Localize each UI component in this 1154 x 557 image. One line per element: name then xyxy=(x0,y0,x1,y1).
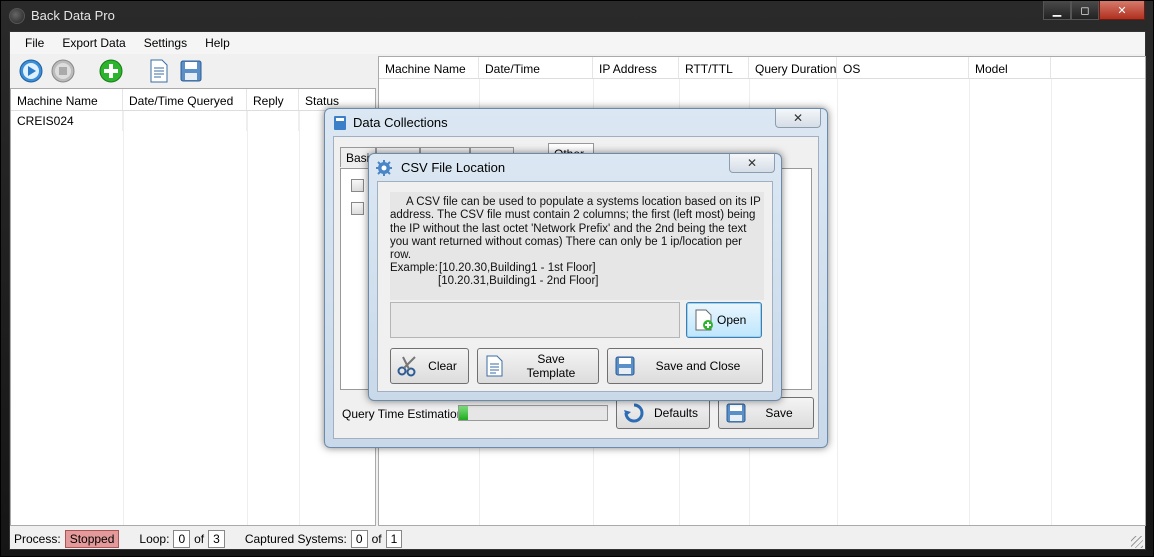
title-bar: Back Data Pro ▁ ◻ ✕ xyxy=(1,1,1153,31)
example-label: Example: xyxy=(390,262,438,274)
csv-file-location-dialog: CSV File Location ✕ A CSV file can be us… xyxy=(368,153,782,401)
cell-date-time xyxy=(123,111,247,131)
results-grid-header: Machine Name Date/Time IP Address RTT/TT… xyxy=(379,57,1145,79)
add-icon xyxy=(99,59,123,83)
query-time-label: Query Time Estimation: xyxy=(342,407,467,421)
csv-dialog-body: A CSV file can be used to populate a sys… xyxy=(377,181,773,392)
menu-export-data[interactable]: Export Data xyxy=(53,32,134,54)
add-button[interactable] xyxy=(98,58,124,84)
save-toolbar-button[interactable] xyxy=(178,58,204,84)
captured-total: 1 xyxy=(385,530,403,548)
example-line-2: [10.20.31,Building1 - 2nd Floor] xyxy=(438,275,599,287)
save-icon xyxy=(180,60,202,82)
column-header-ip-address[interactable]: IP Address xyxy=(593,57,679,78)
description-text: A CSV file can be used to populate a sys… xyxy=(390,196,761,262)
document-icon xyxy=(150,59,168,83)
stop-icon xyxy=(51,59,75,83)
query-time-progress-fill xyxy=(459,406,468,420)
query-time-progress xyxy=(458,405,608,421)
csv-path-field[interactable] xyxy=(390,302,680,338)
column-header-rtt-ttl[interactable]: RTT/TTL xyxy=(679,57,749,78)
window-title: Back Data Pro xyxy=(31,8,115,23)
dialog-close-button[interactable]: ✕ xyxy=(729,154,775,173)
option-checkbox[interactable] xyxy=(351,179,364,192)
save-template-label: Save Template xyxy=(526,352,576,380)
open-button[interactable]: Open xyxy=(686,302,762,338)
process-label: Process: xyxy=(14,532,61,546)
play-button[interactable] xyxy=(18,58,44,84)
save-icon xyxy=(725,402,747,424)
defaults-button[interactable]: Defaults xyxy=(616,397,710,429)
save-label: Save xyxy=(765,406,793,420)
dialog-title: CSV File Location xyxy=(401,160,506,175)
window-controls: ▁ ◻ ✕ xyxy=(1043,1,1145,20)
captured-value: 0 xyxy=(350,530,368,548)
column-header-date-time[interactable]: Date/Time xyxy=(479,57,593,78)
scissors-icon xyxy=(397,355,419,377)
loop-value: 0 xyxy=(173,530,191,548)
minimize-button[interactable]: ▁ xyxy=(1043,1,1071,20)
option-checkbox[interactable] xyxy=(351,202,364,215)
maximize-button[interactable]: ◻ xyxy=(1071,1,1099,20)
example-line-1: [10.20.30,Building1 - 1st Floor] xyxy=(439,262,596,274)
menu-file[interactable]: File xyxy=(16,32,53,54)
loop-of: of xyxy=(194,532,205,546)
column-header-machine-name[interactable]: Machine Name xyxy=(379,57,479,78)
status-bar: Process: Stopped Loop: 0 of 3 Captured S… xyxy=(10,528,1145,550)
menu-settings[interactable]: Settings xyxy=(135,32,196,54)
save-button[interactable]: Save xyxy=(718,397,814,429)
open-file-icon xyxy=(693,309,715,331)
column-header-status[interactable]: Status xyxy=(299,89,375,110)
dialog-close-button[interactable]: ✕ xyxy=(775,109,821,128)
clear-label: Clear xyxy=(428,359,457,373)
dialog-title: Data Collections xyxy=(353,115,448,130)
menu-bar: File Export Data Settings Help xyxy=(10,32,1145,54)
close-button[interactable]: ✕ xyxy=(1099,1,1145,20)
column-header-machine-name[interactable]: Machine Name xyxy=(11,89,123,110)
save-template-button[interactable]: Save Template xyxy=(477,348,599,384)
stop-button[interactable] xyxy=(50,58,76,84)
gear-icon xyxy=(376,160,392,176)
clear-button[interactable]: Clear xyxy=(390,348,469,384)
document-button[interactable] xyxy=(146,58,172,84)
description-panel: A CSV file can be used to populate a sys… xyxy=(390,192,764,300)
defaults-label: Defaults xyxy=(653,406,699,420)
machine-list[interactable]: Machine Name Date/Time Queryed Reply Sta… xyxy=(10,88,376,526)
column-header-query-duration[interactable]: Query Duration xyxy=(749,57,837,78)
open-label: Open xyxy=(717,313,747,327)
document-icon xyxy=(484,355,506,377)
column-header-date-time-queryed[interactable]: Date/Time Queryed xyxy=(123,89,247,110)
captured-of: of xyxy=(371,532,382,546)
machine-list-header: Machine Name Date/Time Queryed Reply Sta… xyxy=(11,89,375,111)
loop-total: 3 xyxy=(208,530,225,548)
column-header-model[interactable]: Model xyxy=(969,57,1051,78)
table-row[interactable]: CREIS024 xyxy=(11,111,375,131)
data-collections-icon xyxy=(334,116,346,130)
captured-label: Captured Systems: xyxy=(244,532,347,546)
process-status-badge: Stopped xyxy=(64,530,120,548)
app-icon xyxy=(9,8,25,24)
loop-label: Loop: xyxy=(139,532,170,546)
save-and-close-label: Save and Close xyxy=(655,359,741,373)
cell-reply xyxy=(247,111,299,131)
column-header-os[interactable]: OS xyxy=(837,57,969,78)
column-header-reply[interactable]: Reply xyxy=(247,89,299,110)
refresh-icon xyxy=(623,402,645,424)
cell-machine-name: CREIS024 xyxy=(11,111,123,131)
play-icon xyxy=(19,59,43,83)
save-and-close-button[interactable]: Save and Close xyxy=(607,348,763,384)
save-icon xyxy=(614,355,636,377)
resize-grip[interactable] xyxy=(1131,536,1143,548)
toolbar xyxy=(10,55,376,87)
menu-help[interactable]: Help xyxy=(196,32,239,54)
